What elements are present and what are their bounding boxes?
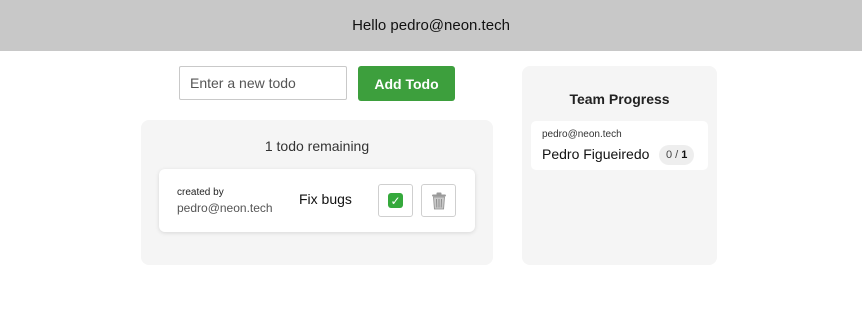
progress-total: 1 bbox=[681, 149, 688, 161]
trash-icon bbox=[431, 192, 447, 210]
app-header: Hello pedro@neon.tech bbox=[0, 0, 862, 51]
todo-text: Fix bugs bbox=[299, 191, 352, 207]
creator-email: pedro@neon.tech bbox=[177, 201, 273, 215]
todo-list-panel: 1 todo remaining created by pedro@neon.t… bbox=[141, 120, 493, 265]
todos-remaining-count: 1 todo remaining bbox=[264, 138, 370, 154]
team-member-card: pedro@neon.tech Pedro Figueiredo 0 / 1 bbox=[531, 121, 708, 170]
team-progress-panel: Team Progress pedro@neon.tech Pedro Figu… bbox=[522, 66, 717, 265]
progress-separator: / bbox=[675, 149, 679, 161]
check-mark-icon: ✓ bbox=[388, 193, 403, 208]
member-email: pedro@neon.tech bbox=[542, 129, 622, 140]
mark-done-button[interactable]: ✓ bbox=[378, 184, 413, 217]
progress-completed: 0 bbox=[666, 149, 673, 161]
member-name: Pedro Figueiredo bbox=[542, 146, 650, 162]
delete-todo-button[interactable] bbox=[421, 184, 456, 217]
member-progress-badge: 0 / 1 bbox=[659, 145, 695, 165]
greeting-text: Hello pedro@neon.tech bbox=[352, 17, 510, 34]
add-todo-button[interactable]: Add Todo bbox=[358, 66, 455, 101]
todo-item: created by pedro@neon.tech Fix bugs ✓ bbox=[159, 169, 475, 232]
new-todo-input[interactable] bbox=[179, 66, 347, 100]
team-progress-title: Team Progress bbox=[569, 91, 670, 107]
created-by-label: created by bbox=[177, 187, 224, 198]
